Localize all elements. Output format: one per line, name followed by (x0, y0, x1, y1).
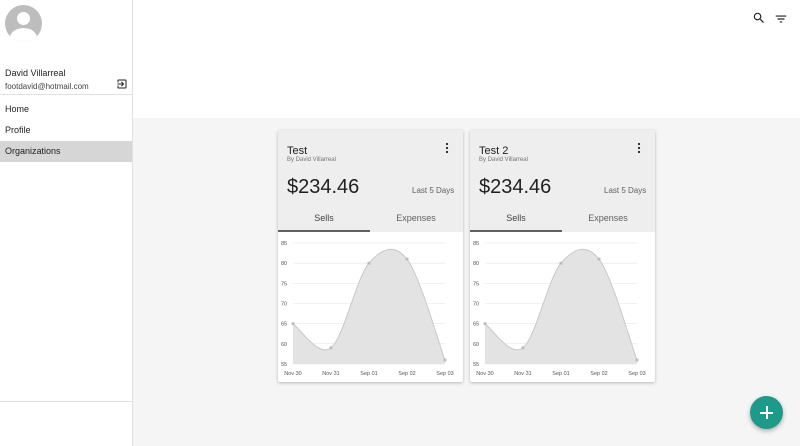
y-tick-label: 55 (473, 362, 479, 368)
y-tick-label: 55 (281, 362, 287, 368)
y-tick-label: 65 (281, 322, 287, 328)
data-point (559, 261, 563, 265)
y-tick-label: 85 (281, 241, 287, 247)
more-vert-icon[interactable] (442, 142, 452, 154)
x-tick-label: Sep 03 (628, 371, 645, 377)
top-header (133, 0, 800, 118)
add-button[interactable] (750, 396, 783, 429)
card-subtitle: By David Villarreal (479, 157, 528, 163)
y-tick-label: 80 (473, 261, 479, 267)
sidebar-divider (0, 94, 132, 95)
card-range: Last 5 Days (604, 186, 647, 195)
tab-expenses[interactable]: Expenses (370, 210, 462, 232)
y-tick-label: 85 (473, 241, 479, 247)
card-amount: $234.46 (479, 176, 552, 198)
data-point (635, 358, 639, 362)
logout-icon[interactable] (116, 78, 128, 90)
y-tick-label: 60 (473, 342, 479, 348)
card-title: Test 2 (479, 145, 509, 157)
organization-card[interactable]: Test 2 By David Villarreal $234.46 Last … (470, 130, 655, 382)
sidebar-bottom-divider (0, 401, 132, 402)
data-point (329, 346, 333, 350)
avatar-head-shape (17, 12, 30, 25)
search-icon[interactable] (752, 11, 766, 25)
y-tick-label: 60 (281, 342, 287, 348)
x-tick-label: Nov 31 (514, 371, 531, 377)
y-tick-label: 65 (473, 322, 479, 328)
sidebar-item-profile[interactable]: Profile (0, 120, 132, 141)
x-tick-label: Sep 01 (360, 371, 377, 377)
user-name: David Villarreal (5, 68, 66, 78)
tab-expenses[interactable]: Expenses (562, 210, 654, 232)
avatar-body-shape (10, 28, 37, 42)
data-point (405, 257, 409, 261)
x-tick-label: Nov 30 (284, 371, 301, 377)
y-tick-label: 80 (281, 261, 287, 267)
x-tick-label: Sep 01 (552, 371, 569, 377)
card-amount: $234.46 (287, 176, 360, 198)
y-tick-label: 75 (281, 281, 287, 287)
card-subtitle: By David Villarreal (287, 157, 336, 163)
tab-sells[interactable]: Sells (470, 210, 562, 232)
x-tick-label: Sep 03 (436, 371, 453, 377)
sells-area-chart: 55 60 65 70 75 80 85 Nov 30 Nov 31 Sep 01 Sep 02 Se… (473, 241, 646, 377)
sidebar-item-organizations[interactable]: Organizations (0, 141, 132, 162)
x-tick-label: Sep 02 (398, 371, 415, 377)
organization-card[interactable]: Test By David Villarreal $234.46 Last 5 … (278, 130, 463, 382)
x-tick-label: Nov 30 (476, 371, 493, 377)
more-vert-icon[interactable] (634, 142, 644, 154)
card-range: Last 5 Days (412, 186, 455, 195)
y-tick-label: 70 (473, 302, 479, 308)
sidebar: David Villarreal footdavid@hotmail.com H… (0, 0, 133, 446)
data-point (443, 358, 447, 362)
avatar[interactable] (5, 5, 42, 42)
user-email: footdavid@hotmail.com (5, 82, 89, 91)
x-tick-label: Nov 31 (322, 371, 339, 377)
filter-icon[interactable] (774, 12, 788, 26)
data-point (483, 322, 487, 326)
sidebar-item-home[interactable]: Home (0, 99, 132, 120)
data-point (597, 257, 601, 261)
data-point (291, 322, 295, 326)
data-point (521, 346, 525, 350)
tab-sells[interactable]: Sells (278, 210, 370, 232)
sells-area-chart: 55 60 65 70 75 80 85 Nov 30 Nov 31 Sep 01 Sep 02 Se… (281, 241, 454, 377)
card-title: Test (287, 145, 308, 157)
y-tick-label: 75 (473, 281, 479, 287)
data-point (367, 261, 371, 265)
sidebar-nav: Home Profile Organizations (0, 99, 132, 162)
y-tick-label: 70 (281, 302, 287, 308)
x-tick-label: Sep 02 (590, 371, 607, 377)
